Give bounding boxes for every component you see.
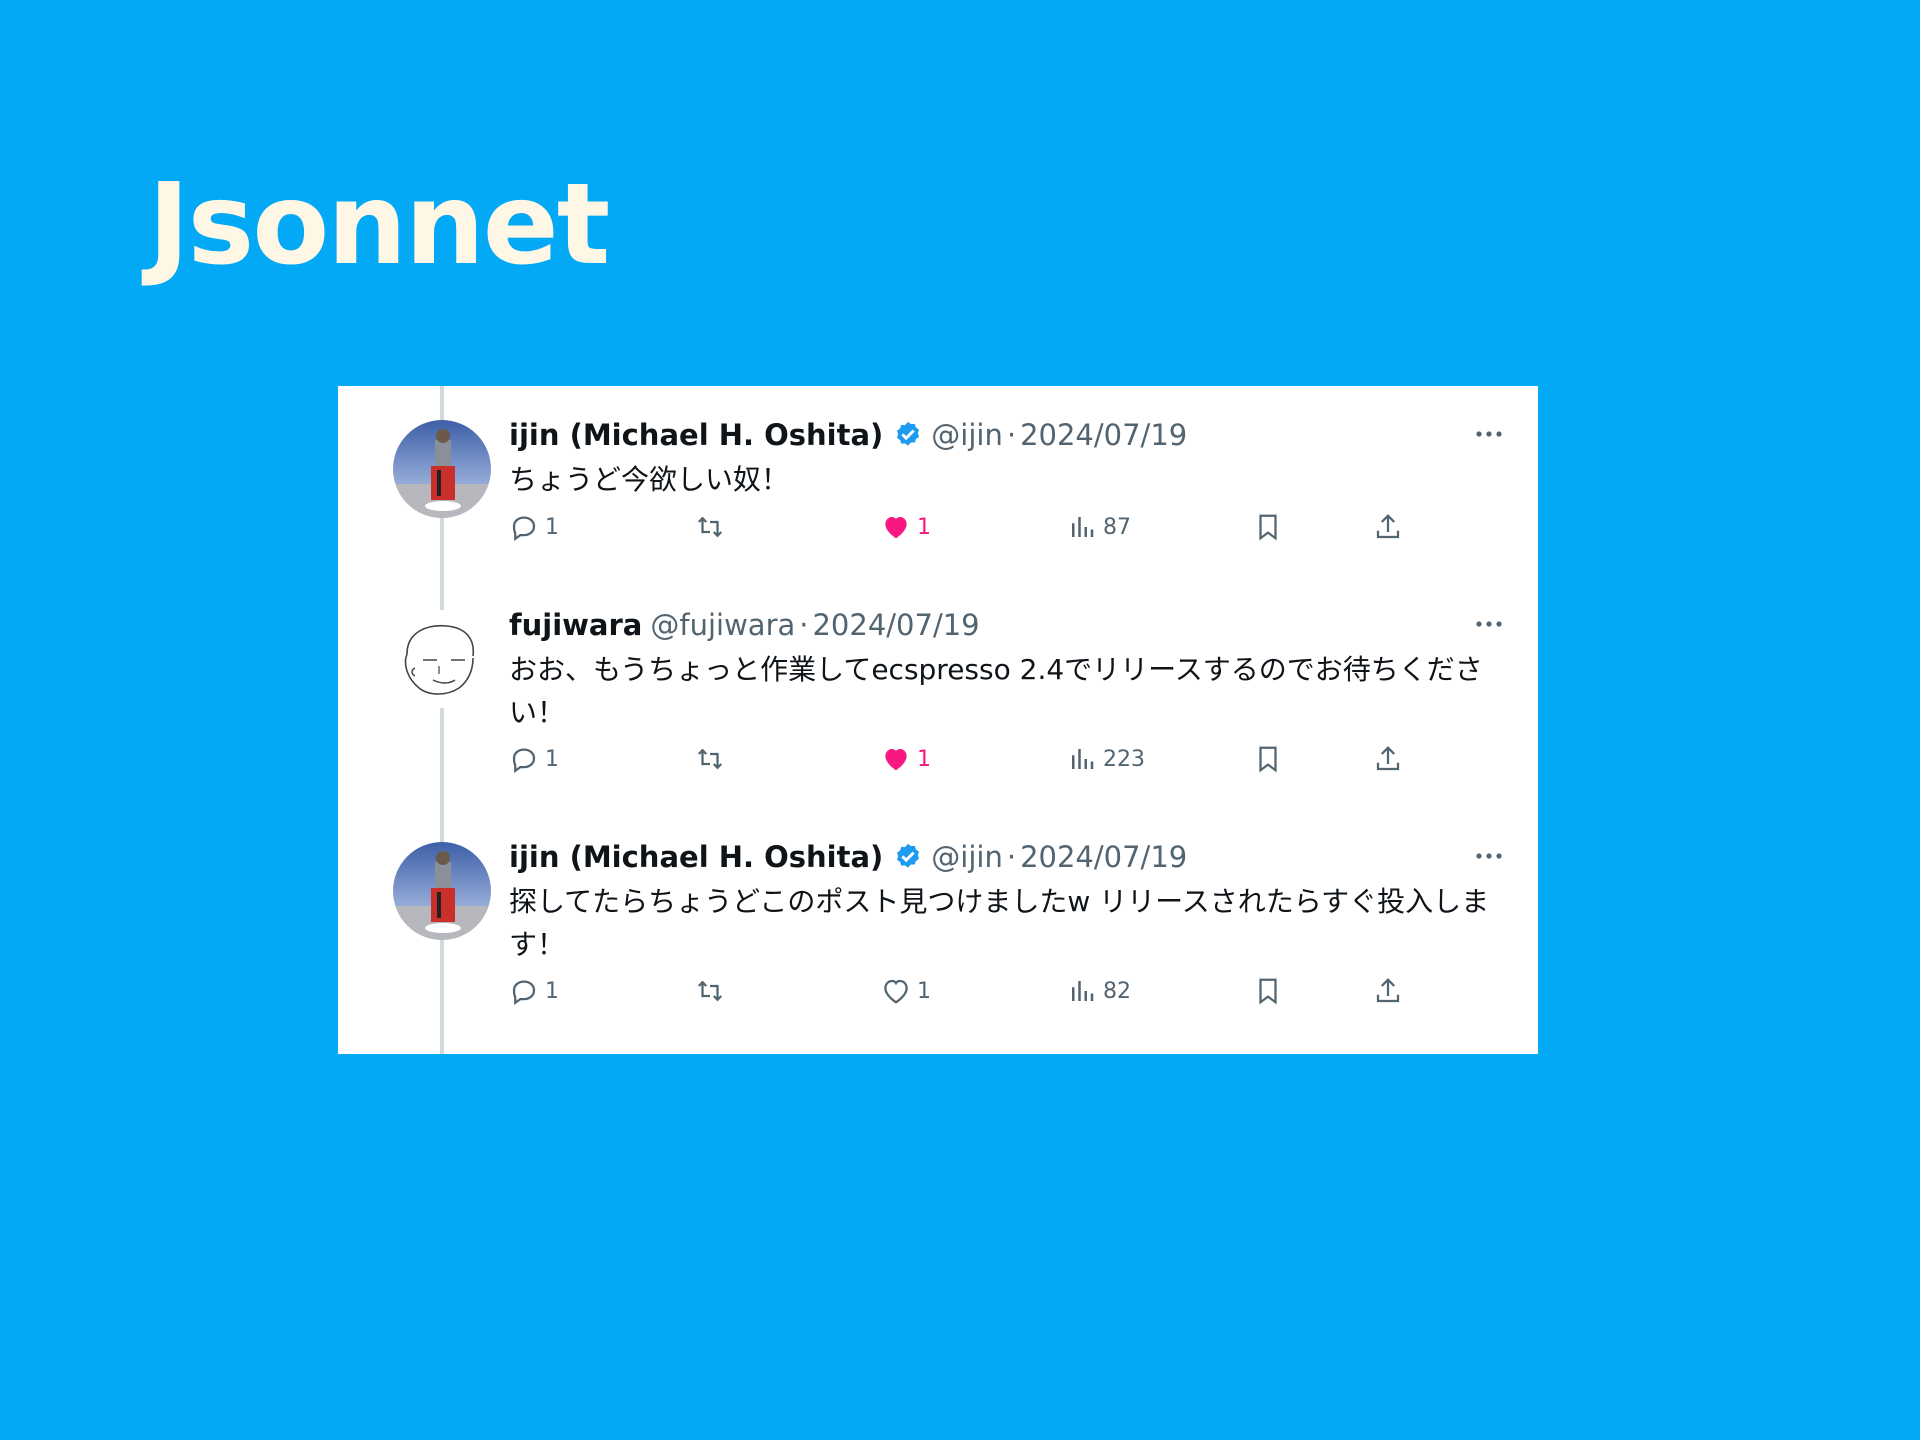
views-button[interactable]: 82	[1067, 974, 1131, 1008]
bookmark-icon	[1259, 746, 1277, 773]
tweet-text: 探してたらちょうどこのポスト見つけましたw リリースされたらすぐ投入します！	[509, 885, 1490, 961]
like-button[interactable]: 1	[881, 974, 931, 1008]
post-date[interactable]: 2024/07/19	[1020, 418, 1187, 452]
views-button[interactable]: 87	[1067, 510, 1131, 544]
more-options-icon[interactable]	[1474, 846, 1504, 866]
separator-dot: ·	[1006, 418, 1017, 452]
verified-badge-icon	[897, 843, 920, 868]
bookmark-button[interactable]	[1253, 510, 1283, 544]
reply-button[interactable]: 1	[509, 510, 559, 544]
more-options-icon[interactable]	[1474, 614, 1504, 634]
bookmark-button[interactable]	[1253, 974, 1283, 1008]
tweet-actions: 1 1 223	[509, 742, 1509, 776]
retweet-icon	[697, 980, 723, 1002]
post-date[interactable]: 2024/07/19	[812, 608, 979, 642]
user-photo-avatar[interactable]	[393, 842, 491, 940]
tweet-actions: 1 1 87	[509, 510, 1509, 544]
tweet-text: おお、もうちょっと作業してecspresso 2.4でリリースするのでお待ちくだ…	[509, 653, 1483, 729]
reply-button[interactable]: 1	[509, 974, 559, 1008]
like-button[interactable]: 1	[881, 742, 931, 776]
bookmark-button[interactable]	[1253, 742, 1283, 776]
display-name[interactable]: ijin (Michael H. Oshita)	[509, 840, 883, 874]
share-upload-icon	[1376, 978, 1400, 1003]
share-upload-icon	[1376, 514, 1400, 539]
reply-icon	[512, 748, 536, 774]
share-button[interactable]	[1373, 742, 1403, 776]
user-handle[interactable]: @ijin	[931, 840, 1003, 874]
bookmark-icon	[1259, 514, 1277, 541]
share-button[interactable]	[1373, 974, 1403, 1008]
reply-button[interactable]: 1	[509, 742, 559, 776]
views-chart-icon	[1072, 749, 1094, 769]
user-handle[interactable]: @fujiwara	[650, 608, 795, 642]
bookmark-icon	[1259, 978, 1277, 1005]
display-name[interactable]: fujiwara	[509, 608, 642, 642]
display-name[interactable]: ijin (Michael H. Oshita)	[509, 418, 883, 452]
views-button[interactable]: 223	[1067, 742, 1145, 776]
reply-icon	[512, 980, 536, 1006]
share-upload-icon	[1376, 746, 1400, 771]
views-chart-icon	[1072, 981, 1094, 1001]
separator-dot: ·	[799, 608, 809, 642]
retweet-icon	[697, 516, 723, 538]
slide-title: Jsonnet	[148, 160, 610, 290]
retweet-button[interactable]	[695, 510, 731, 544]
more-options-icon[interactable]	[1474, 424, 1504, 444]
retweet-button[interactable]	[695, 742, 731, 776]
heart-filled-icon	[885, 749, 907, 771]
post-date[interactable]: 2024/07/19	[1020, 840, 1187, 874]
retweet-icon	[697, 748, 723, 770]
verified-badge-icon	[897, 421, 920, 446]
retweet-button[interactable]	[695, 974, 731, 1008]
tweet-thread-card: ijin (Michael H. Oshita) @ijin · 2024/07…	[338, 386, 1538, 1054]
sketch-face-avatar[interactable]	[393, 610, 491, 708]
like-button[interactable]: 1	[881, 510, 931, 544]
heart-filled-icon	[885, 517, 907, 539]
tweet-actions: 1 1 82	[509, 974, 1509, 1008]
share-button[interactable]	[1373, 510, 1403, 544]
user-handle[interactable]: @ijin	[931, 418, 1003, 452]
user-photo-avatar[interactable]	[393, 420, 491, 518]
reply-icon	[512, 516, 536, 542]
tweet-text: ちょうど今欲しい奴！	[509, 463, 790, 496]
heart-outline-icon	[884, 979, 908, 1004]
separator-dot: ·	[1006, 840, 1017, 874]
views-chart-icon	[1072, 517, 1094, 537]
